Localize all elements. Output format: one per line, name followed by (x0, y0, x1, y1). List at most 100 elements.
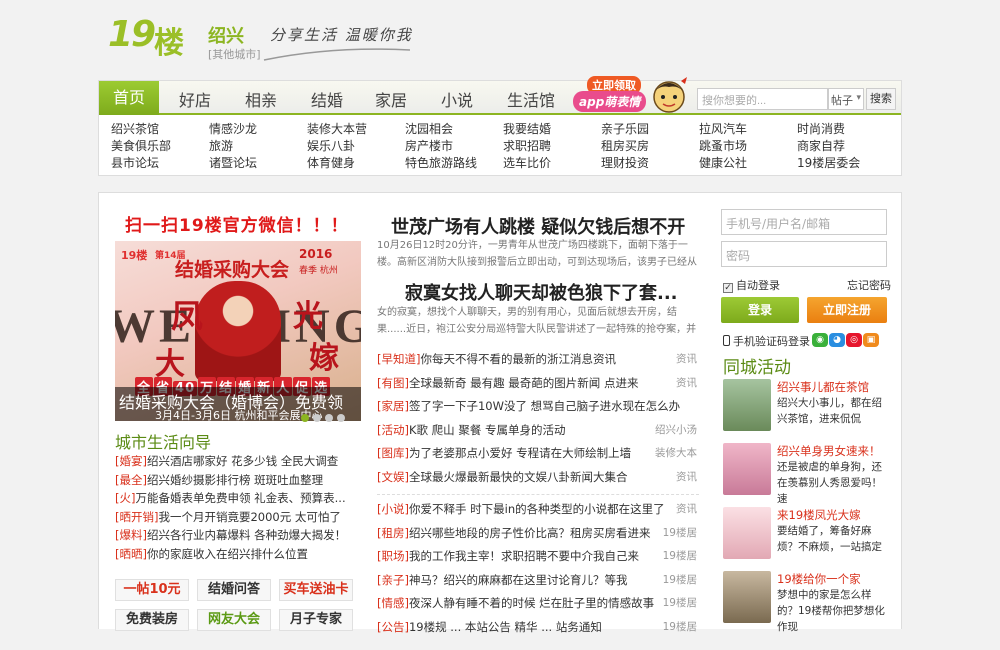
activity-item[interactable]: 绍兴事儿都在茶馆 绍兴大小事儿，都在绍兴茶馆，进来侃侃 (723, 379, 893, 437)
activity-title[interactable]: 19楼给你一个家 (777, 571, 861, 587)
sublink[interactable]: 娱乐八卦 (307, 138, 405, 155)
auto-login-checkbox[interactable]: ✓ 自动登录 (723, 277, 780, 293)
nav-dating[interactable]: 相亲 (245, 87, 277, 111)
sublink[interactable]: 美食俱乐部 (111, 138, 209, 155)
sublink[interactable]: 房产楼市 (405, 138, 503, 155)
list-item[interactable]: [火]万能备婚表单免费申领 礼金表、预算表... (115, 490, 365, 509)
sublink[interactable]: 体育健身 (307, 155, 405, 172)
nav-good-shops[interactable]: 好店 (179, 87, 211, 111)
activity-title[interactable]: 来19楼凤光大嫁 (777, 507, 861, 523)
wedding-expo-banner[interactable]: 19楼 第14届 结婚采购大会 2016 春季 杭州 WEDDING 凤 光 大… (115, 241, 361, 421)
weibo-icon[interactable]: ◎ (846, 333, 862, 347)
sublink[interactable]: 县市论坛 (111, 155, 209, 172)
list-item[interactable]: [婚宴]绍兴酒店哪家好 花多少钱 全民大调查 (115, 453, 365, 472)
headline-1[interactable]: 世茂广场有人跳楼 疑似欠钱后想不开 (391, 213, 685, 239)
sublink[interactable]: 绍兴茶馆 (111, 121, 209, 138)
news-row[interactable]: [公告]19楼规 ... 本站公告 精华 ... 站务通知 19楼居 (377, 619, 699, 643)
news-row[interactable]: [家居]签了字一下子10W没了 想骂自己脑子进水现在怎么办 (377, 398, 699, 422)
activity-thumbnail[interactable] (723, 571, 771, 623)
search-input[interactable]: 搜你想要的... (697, 88, 828, 110)
search-button[interactable]: 搜索 (866, 88, 896, 110)
sublink[interactable]: 特色旅游路线 (405, 155, 503, 172)
activity-item[interactable]: 来19楼凤光大嫁 要结婚了，筹备好麻烦？不麻烦，一站搞定 (723, 507, 893, 565)
nav-home-decor[interactable]: 家居 (375, 87, 407, 111)
nav-lifestyle[interactable]: 生活馆 (507, 87, 555, 111)
username-input[interactable]: 手机号/用户名/邮箱 (721, 209, 887, 235)
activity-thumbnail[interactable] (723, 379, 771, 431)
news-row[interactable]: [情感]夜深人静有睡不着的时候 烂在肚子里的情感故事 19楼居 (377, 595, 699, 619)
list-item[interactable]: [晒开销]我一个月开销竟要2000元 太可怕了 (115, 509, 365, 528)
activity-thumbnail[interactable] (723, 507, 771, 559)
sublink[interactable]: 拉风汽车 (699, 121, 797, 138)
news-row[interactable]: [有图]全球最新奇 最有趣 最奇葩的图片新闻 点进来 资讯 (377, 375, 699, 399)
news-source[interactable]: 19楼居 (663, 595, 697, 610)
quick-link-button[interactable]: 免费装房 (115, 609, 189, 631)
sublink[interactable]: 装修大本营 (307, 121, 405, 138)
news-source[interactable]: 绍兴小汤 (655, 422, 697, 437)
news-row[interactable]: [亲子]神马？绍兴的麻麻都在这里讨论育儿？等我 19楼居 (377, 572, 699, 596)
quick-link-button[interactable]: 网友大会 (197, 609, 271, 631)
sublink[interactable]: 租房买房 (601, 138, 699, 155)
switch-city-link[interactable]: [其他城市] (208, 46, 261, 62)
news-row[interactable]: [活动]K歌 爬山 聚餐 专属单身的活动 绍兴小汤 (377, 422, 699, 446)
nav-home[interactable]: 首页 (99, 81, 159, 115)
carousel-dot[interactable] (313, 414, 321, 422)
nav-wedding[interactable]: 结婚 (311, 87, 343, 111)
login-button[interactable]: 登录 (721, 297, 799, 323)
register-button[interactable]: 立即注册 (807, 297, 887, 323)
news-row[interactable]: [职场]我的工作我主宰！求职招聘不要中介我自己来 19楼居 (377, 548, 699, 572)
nav-novels[interactable]: 小说 (441, 87, 473, 111)
sublink[interactable]: 商家自荐 (797, 138, 895, 155)
activity-item[interactable]: 绍兴单身男女速来！ 还是被虐的单身狗，还在羡慕别人秀恩爱吗！速 (723, 443, 893, 505)
forgot-password-link[interactable]: 忘记密码 (847, 277, 891, 293)
sublink[interactable]: 沈园相会 (405, 121, 503, 138)
site-logo[interactable]: 19 楼 (108, 14, 200, 61)
quick-link-button[interactable]: 结婚问答 (197, 579, 271, 601)
news-source[interactable]: 资讯 (676, 501, 697, 516)
sublink[interactable]: 求职招聘 (503, 138, 601, 155)
wechat-icon[interactable]: ◉ (812, 333, 828, 347)
news-row[interactable]: [图库]为了老婆那点小爱好 专程请在大师绘制上墙 装修大本 (377, 445, 699, 469)
qq-icon[interactable]: ◕ (829, 333, 845, 347)
password-input[interactable]: 密码 (721, 241, 887, 267)
search-scope-select[interactable]: 帖子 (828, 88, 864, 110)
sms-login-link[interactable]: 手机验证码登录 (723, 333, 810, 349)
list-item[interactable]: [最全]绍兴婚纱摄影排行榜 斑斑吐血整理 (115, 472, 365, 491)
news-row[interactable]: [租房]绍兴哪些地段的房子性价比高？租房买房看进来 19楼居 (377, 525, 699, 549)
news-row[interactable]: [小说]你爱不释手 时下最in的各种类型的小说都在这里了 资讯 (377, 501, 699, 525)
activity-title[interactable]: 绍兴事儿都在茶馆 (777, 379, 869, 395)
sublink[interactable]: 我要结婚 (503, 121, 601, 138)
list-item[interactable]: [晒晒]你的家庭收入在绍兴排什么位置 (115, 546, 365, 565)
carousel-dot[interactable] (301, 414, 309, 422)
sublink[interactable]: 理财投资 (601, 155, 699, 172)
news-source[interactable]: 19楼居 (663, 572, 697, 587)
activity-thumbnail[interactable] (723, 443, 771, 495)
news-source[interactable]: 19楼居 (663, 525, 697, 540)
headline-2[interactable]: 寂寞女找人聊天却被色狼下了套... (405, 279, 678, 305)
quick-link-button[interactable]: 月子专家 (279, 609, 353, 631)
list-item[interactable]: [爆料]绍兴各行业内幕爆料 各种劲爆大揭发！ (115, 527, 365, 546)
carousel-dot[interactable] (337, 414, 345, 422)
sublink[interactable]: 时尚消费 (797, 121, 895, 138)
news-source[interactable]: 资讯 (676, 375, 697, 390)
news-source[interactable]: 19楼居 (663, 619, 697, 634)
wechat-qr-title[interactable]: 扫一扫19楼官方微信！！！ (125, 211, 349, 236)
news-source[interactable]: 装修大本 (655, 445, 697, 460)
sublink[interactable]: 亲子乐园 (601, 121, 699, 138)
sublink[interactable]: 健康公社 (699, 155, 797, 172)
sublink[interactable]: 旅游 (209, 138, 307, 155)
carousel-dot[interactable] (325, 414, 333, 422)
news-source[interactable]: 资讯 (676, 351, 697, 366)
sublink[interactable]: 选车比价 (503, 155, 601, 172)
quick-link-button[interactable]: 一帖10元 (115, 579, 189, 601)
activity-item[interactable]: 19楼给你一个家 梦想中的家是怎么样的？19楼帮你把梦想化作现 (723, 571, 893, 633)
news-source[interactable]: 资讯 (676, 469, 697, 484)
news-row[interactable]: [文娱]全球最火爆最新最快的文娱八卦新闻大集合 资讯 (377, 469, 699, 493)
sublink[interactable]: 情感沙龙 (209, 121, 307, 138)
alipay-icon[interactable]: ▣ (863, 333, 879, 347)
activity-title[interactable]: 绍兴单身男女速来！ (777, 443, 881, 459)
news-source[interactable]: 19楼居 (663, 548, 697, 563)
sublink[interactable]: 19楼居委会 (797, 155, 895, 172)
sublink[interactable]: 跳蚤市场 (699, 138, 797, 155)
quick-link-button[interactable]: 买车送油卡 (279, 579, 353, 601)
